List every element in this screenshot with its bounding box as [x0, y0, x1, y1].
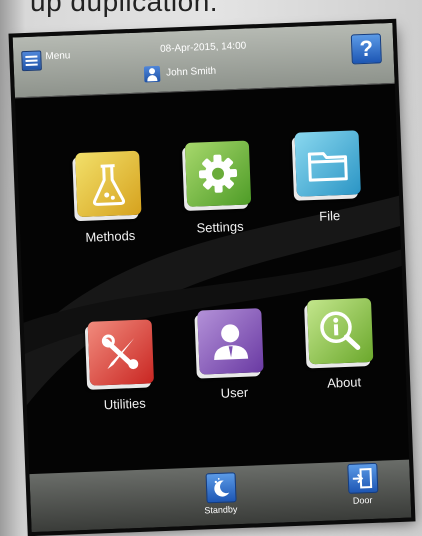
user-icon — [143, 65, 161, 83]
about-button[interactable] — [306, 297, 374, 365]
info-search-icon — [320, 311, 361, 350]
current-user-name: John Smith — [165, 65, 217, 79]
device-photo: Menu 08-Apr-2015, 14:00 John Smith ? Met… — [0, 0, 422, 536]
datetime-display: 08-Apr-2015, 14:00 — [159, 40, 247, 55]
tools-icon — [101, 334, 139, 370]
folder-icon — [307, 152, 348, 182]
door-label: Door — [352, 495, 373, 506]
moon-stars-icon — [214, 477, 230, 497]
bottom-bar: Standby Door — [29, 459, 412, 533]
settings-button[interactable] — [184, 140, 252, 207]
status-header: Menu 08-Apr-2015, 14:00 John Smith ? — [12, 22, 395, 99]
user-icon — [214, 324, 249, 360]
door-button[interactable] — [347, 462, 379, 494]
gear-icon — [198, 154, 238, 193]
touch-screen: Menu 08-Apr-2015, 14:00 John Smith ? Met… — [12, 22, 412, 533]
standby-label: Standby — [204, 504, 238, 516]
standby-button[interactable] — [205, 472, 237, 504]
door-exit-icon — [352, 468, 373, 489]
user-button[interactable] — [197, 308, 264, 375]
utilities-button[interactable] — [87, 319, 155, 386]
file-button[interactable] — [294, 130, 361, 197]
methods-button[interactable] — [75, 150, 142, 218]
flask-icon — [92, 164, 126, 206]
help-button[interactable]: ? — [350, 33, 382, 65]
